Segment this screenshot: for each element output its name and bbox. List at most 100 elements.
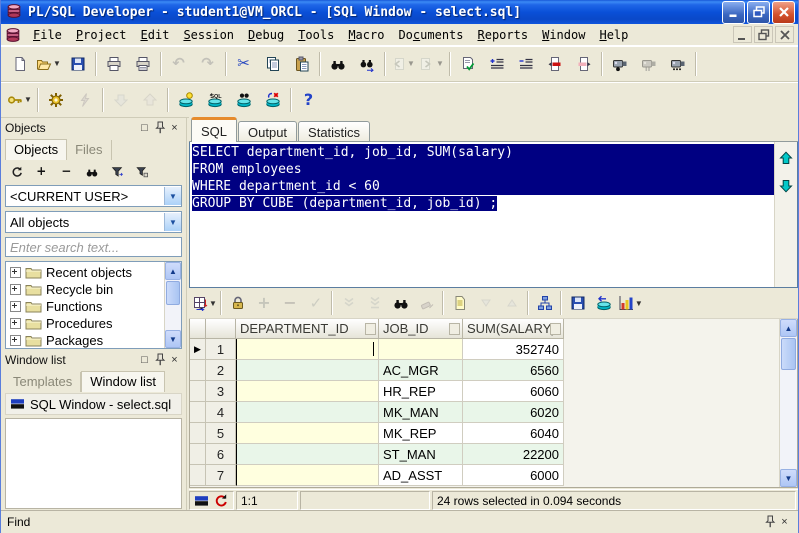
tree-item-functions[interactable]: Functions xyxy=(6,298,181,315)
tab-templates[interactable]: Templates xyxy=(5,372,82,392)
lock-button[interactable] xyxy=(225,290,251,316)
mdi-close-button[interactable] xyxy=(775,26,794,43)
filter-new-button[interactable] xyxy=(130,161,153,182)
save-button[interactable] xyxy=(63,50,92,78)
next-statement-icon[interactable] xyxy=(778,178,794,194)
comment-button[interactable] xyxy=(540,50,569,78)
find-button[interactable] xyxy=(388,290,414,316)
menu-documents[interactable]: Documents xyxy=(391,26,470,44)
single-record-button[interactable] xyxy=(532,290,558,316)
save-button[interactable] xyxy=(565,290,591,316)
db-sql-button[interactable]: SQL xyxy=(200,86,229,114)
chevron-down-icon[interactable]: ▼ xyxy=(164,187,181,205)
minimize-button[interactable] xyxy=(722,0,745,24)
tree-item-recent-objects[interactable]: Recent objects xyxy=(6,264,181,281)
menu-help[interactable]: Help xyxy=(592,26,635,44)
cell-department-id[interactable] xyxy=(236,360,379,382)
menu-file[interactable]: File xyxy=(26,26,69,44)
scroll-thumb[interactable] xyxy=(781,338,796,371)
cell-sum-salary[interactable]: 6040 xyxy=(463,423,564,445)
cell-department-id[interactable] xyxy=(236,402,379,424)
row-selector[interactable]: ▶ xyxy=(190,339,206,361)
cell-sum-salary[interactable]: 6000 xyxy=(463,465,564,487)
auto-refresh-icon[interactable] xyxy=(213,493,229,509)
tab-output[interactable]: Output xyxy=(238,121,298,141)
expand-icon[interactable] xyxy=(10,267,21,278)
row-selector[interactable] xyxy=(190,465,206,487)
column-header-sum-salary-[interactable]: SUM(SALARY) xyxy=(463,319,564,340)
chevron-down-icon[interactable]: ▼ xyxy=(164,213,181,231)
previous-statement-icon[interactable] xyxy=(778,150,794,166)
expand-icon[interactable] xyxy=(10,318,21,329)
db-lamp-button[interactable] xyxy=(171,86,200,114)
cell-job-id[interactable]: AD_ASST xyxy=(379,465,463,487)
tab-sql[interactable]: SQL xyxy=(191,117,238,142)
dropdown-arrow-icon[interactable]: ▼ xyxy=(53,59,61,68)
dropdown-arrow-icon[interactable]: ▼ xyxy=(407,59,415,68)
row-selector[interactable] xyxy=(190,402,206,424)
cell-sum-salary[interactable]: 6560 xyxy=(463,360,564,382)
cell-department-id[interactable] xyxy=(236,339,379,361)
menu-tools[interactable]: Tools xyxy=(291,26,341,44)
objects-pin-button[interactable] xyxy=(152,121,167,135)
scroll-down-icon[interactable]: ▼ xyxy=(165,330,181,348)
menu-debug[interactable]: Debug xyxy=(241,26,291,44)
restore-button[interactable] xyxy=(747,0,770,24)
paste-button[interactable] xyxy=(287,50,316,78)
sql-editor[interactable]: SELECT department_id, job_id, SUM(salary… xyxy=(190,142,774,287)
copy-button[interactable] xyxy=(258,50,287,78)
cell-sum-salary[interactable]: 6060 xyxy=(463,381,564,403)
window-list-item[interactable]: SQL Window - select.sql xyxy=(5,393,182,415)
window-list-pin-button[interactable] xyxy=(152,353,167,367)
cell-department-id[interactable] xyxy=(236,423,379,445)
dropdown-arrow-icon[interactable]: ▼ xyxy=(209,299,217,308)
table-row[interactable]: 5 MK_REP 6040 xyxy=(190,423,779,445)
db-find-button[interactable] xyxy=(229,86,258,114)
uncomment-button[interactable] xyxy=(569,50,598,78)
filter-button[interactable] xyxy=(105,161,128,182)
print-button[interactable] xyxy=(99,50,128,78)
tree-item-procedures[interactable]: Procedures xyxy=(6,315,181,332)
tab-objects[interactable]: Objects xyxy=(5,139,68,160)
cell-department-id[interactable] xyxy=(236,465,379,487)
table-row[interactable]: ▶ 1 352740 xyxy=(190,339,779,361)
execute-gear-button[interactable] xyxy=(41,86,70,114)
refresh-button[interactable] xyxy=(5,161,28,182)
tab-statistics[interactable]: Statistics xyxy=(298,121,371,141)
close-button[interactable] xyxy=(772,0,795,24)
row-selector[interactable] xyxy=(190,423,206,445)
objects-maximize-button[interactable]: □ xyxy=(137,121,152,135)
menu-reports[interactable]: Reports xyxy=(471,26,536,44)
row-selector[interactable] xyxy=(190,360,206,382)
cell-job-id[interactable]: MK_REP xyxy=(379,423,463,445)
cell-job-id[interactable] xyxy=(379,339,463,361)
cell-job-id[interactable]: MK_MAN xyxy=(379,402,463,424)
row-number[interactable]: 1 xyxy=(206,339,236,361)
menu-macro[interactable]: Macro xyxy=(341,26,391,44)
print-options-button[interactable] xyxy=(128,50,157,78)
tree-scrollbar[interactable]: ▲ ▼ xyxy=(164,262,181,348)
table-row[interactable]: 2 AC_MGR 6560 xyxy=(190,360,779,382)
find-button[interactable] xyxy=(323,50,352,78)
row-number[interactable]: 2 xyxy=(206,360,236,382)
table-row[interactable]: 3 HR_REP 6060 xyxy=(190,381,779,403)
row-number[interactable]: 7 xyxy=(206,465,236,487)
row-number[interactable]: 6 xyxy=(206,444,236,466)
menu-window[interactable]: Window xyxy=(535,26,592,44)
expand-icon[interactable] xyxy=(10,335,21,346)
cell-department-id[interactable] xyxy=(236,444,379,466)
schema-combo[interactable]: <CURRENT USER> ▼ xyxy=(5,185,182,207)
cell-job-id[interactable]: ST_MAN xyxy=(379,444,463,466)
row-selector[interactable] xyxy=(190,444,206,466)
find-button[interactable] xyxy=(80,161,103,182)
expand-all-button[interactable]: + xyxy=(30,161,53,182)
row-number[interactable]: 4 xyxy=(206,402,236,424)
indent-button[interactable] xyxy=(482,50,511,78)
expand-icon[interactable] xyxy=(10,284,21,295)
db-kill-button[interactable] xyxy=(258,86,287,114)
find-close-button[interactable]: × xyxy=(777,515,792,529)
cell-sum-salary[interactable]: 6020 xyxy=(463,402,564,424)
tree-item-recycle-bin[interactable]: Recycle bin xyxy=(6,281,181,298)
cell-department-id[interactable] xyxy=(236,381,379,403)
table-row[interactable]: 6 ST_MAN 22200 xyxy=(190,444,779,466)
